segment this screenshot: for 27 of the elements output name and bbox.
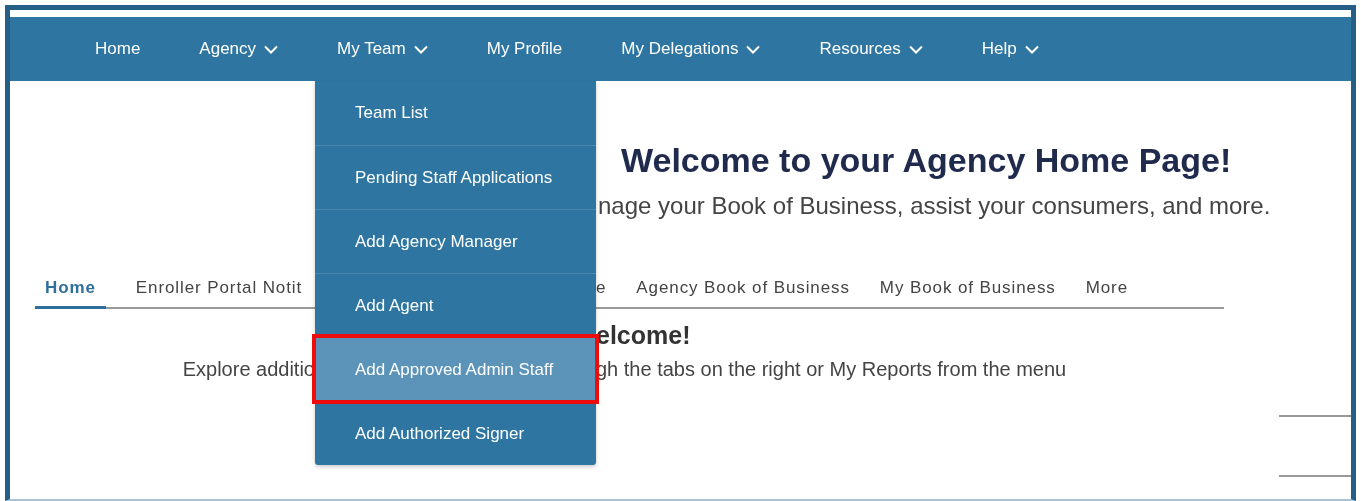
menu-item[interactable]: Add Approved Admin Staff <box>315 337 596 401</box>
tab[interactable]: My Book of Business <box>879 270 1056 309</box>
explore-text: Explore additio <box>181 358 315 381</box>
nav-link[interactable]: Resources <box>819 39 923 59</box>
chevron-down-icon <box>908 44 923 54</box>
tab[interactable]: Agency Book of Business <box>636 270 850 309</box>
page-heading: Welcome to your Agency Home Page! <box>621 141 1233 180</box>
welcome-heading: elcome! <box>596 321 692 350</box>
menu-item[interactable]: Pending Staff Applications <box>315 145 596 209</box>
nav-link[interactable]: My Profile <box>486 39 563 59</box>
page-subtitle: nage your Book of Business, assist your consumers, and more. <box>598 192 1272 220</box>
tab[interactable]: Home <box>35 270 106 309</box>
tab[interactable]: More <box>1085 270 1129 309</box>
menu-item[interactable]: Add Authorized Signer <box>315 401 596 465</box>
menu-item[interactable]: Add Agency Manager <box>315 209 596 273</box>
nav-link[interactable]: My Team <box>337 39 428 59</box>
tab[interactable]: Enroller Portal Notit <box>135 270 303 309</box>
nav-link[interactable]: Agency <box>199 39 279 59</box>
menu-item[interactable]: Team List <box>315 81 596 145</box>
chevron-down-icon <box>413 44 428 54</box>
nav-link[interactable]: Help <box>981 39 1039 59</box>
tab[interactable]: e <box>596 270 607 309</box>
chevron-down-icon <box>746 44 761 54</box>
nav-link[interactable]: My Delegations <box>621 39 761 59</box>
chevron-down-icon <box>264 44 279 54</box>
chevron-down-icon <box>1024 44 1039 54</box>
nav-link[interactable]: Home <box>95 39 141 59</box>
